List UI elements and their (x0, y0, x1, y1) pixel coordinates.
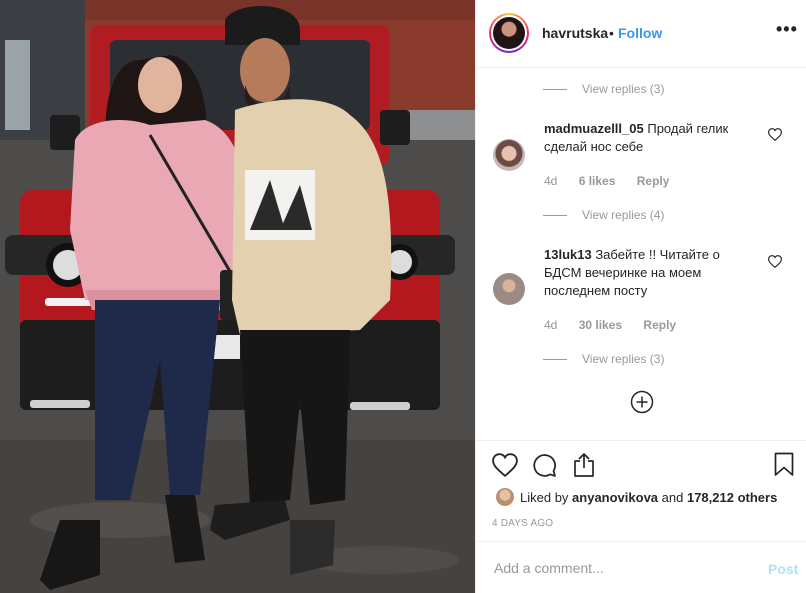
likes-summary: Liked by anyanovikova and 178,212 others (520, 490, 777, 505)
post-date: 4 DAYS AGO (492, 518, 554, 529)
liker-avatar[interactable] (496, 488, 514, 506)
reply-button[interactable]: Reply (637, 174, 670, 188)
reply-button[interactable]: Reply (643, 318, 676, 332)
commenter-avatar[interactable] (493, 139, 525, 171)
heart-icon[interactable] (492, 453, 518, 477)
comment-likes[interactable]: 6 likes (579, 174, 616, 188)
author-avatar[interactable] (489, 13, 529, 53)
post-sidebar: havrutska • Follow ••• View replies (3) … (475, 0, 806, 593)
avatar-image (493, 17, 525, 49)
comment-text: madmuazelll_05 Продай гелик сделай нос с… (544, 120, 759, 156)
share-icon[interactable] (572, 452, 596, 478)
liker-username[interactable]: anyanovikova (572, 490, 658, 505)
photo-illustration (0, 0, 475, 593)
likes-prefix: Liked by (520, 490, 573, 505)
plus-circle-icon[interactable] (630, 390, 654, 414)
view-replies-label: View replies (4) (582, 208, 665, 222)
author-username[interactable]: havrutska (542, 25, 608, 41)
commenter-avatar[interactable] (493, 273, 525, 305)
comment-username[interactable]: madmuazelll_05 (544, 121, 644, 136)
comment-like-heart-icon[interactable] (768, 255, 782, 268)
comment-meta: 4d 30 likes Reply (544, 318, 694, 332)
comment-age: 4d (544, 318, 558, 332)
view-replies-label: View replies (3) (582, 82, 665, 96)
view-replies-label: View replies (3) (582, 352, 665, 366)
comment-icon[interactable] (532, 453, 557, 478)
header-separator: • (609, 25, 614, 41)
post-photo[interactable] (0, 0, 475, 593)
post-comment-button[interactable]: Post (768, 561, 798, 577)
more-icon[interactable]: ••• (776, 19, 798, 40)
comment-text: 13luk13 Забейте !! Читайте о БДСМ вечери… (544, 246, 759, 300)
view-replies-button[interactable]: View replies (4) (543, 208, 664, 222)
comment-like-heart-icon[interactable] (768, 128, 782, 141)
likes-count[interactable]: 178,212 others (687, 490, 777, 505)
view-replies-button[interactable]: View replies (3) (543, 82, 664, 96)
add-comment-bar: Post (476, 541, 806, 593)
comment-meta: 4d 6 likes Reply (544, 174, 687, 188)
likes-middle: and (658, 490, 687, 505)
comment-username[interactable]: 13luk13 (544, 247, 592, 262)
comment-age: 4d (544, 174, 558, 188)
follow-button[interactable]: Follow (618, 25, 662, 41)
bookmark-icon[interactable] (774, 452, 794, 477)
post-header: havrutska • Follow ••• (476, 0, 806, 68)
view-replies-button[interactable]: View replies (3) (543, 352, 664, 366)
add-comment-input[interactable] (492, 556, 746, 580)
comment-likes[interactable]: 30 likes (579, 318, 622, 332)
